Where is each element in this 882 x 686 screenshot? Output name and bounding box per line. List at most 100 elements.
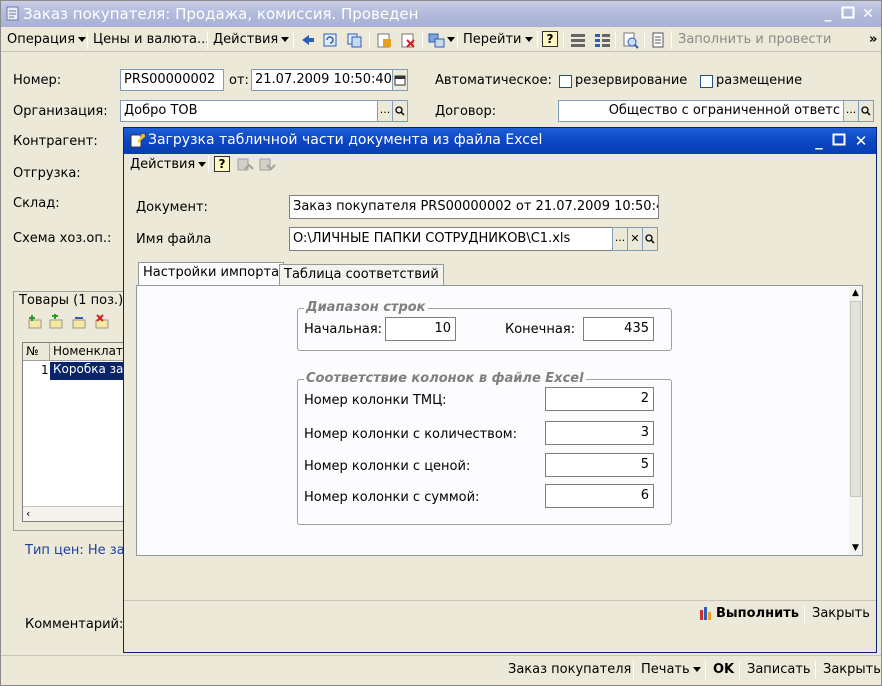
reserve-checkbox[interactable] <box>559 75 572 88</box>
dialog-close-icon[interactable]: ✕ <box>852 132 870 150</box>
dialog-close-button[interactable]: Закрыть <box>812 606 870 621</box>
unpost-document-icon[interactable] <box>399 31 417 49</box>
column-mapping-title: Соответствие колонок в файле Excel <box>304 371 586 386</box>
document-field[interactable]: Заказ покупателя PRS00000002 от 21.07.20… <box>289 195 659 219</box>
ok-button[interactable]: OK <box>713 662 734 677</box>
close-icon[interactable]: ✕ <box>859 5 877 23</box>
row-nomenclature: Коробка за <box>50 362 124 380</box>
automatic-label: Автоматическое: <box>435 73 552 88</box>
structure-dropdown[interactable] <box>444 31 455 49</box>
execute-button[interactable]: Выполнить <box>716 606 799 621</box>
shipment-label: Отгрузка: <box>13 166 81 181</box>
comment-label: Комментарий: <box>25 617 124 632</box>
main-toolbar: Операция Цены и валюта... Действия Перей… <box>1 28 881 52</box>
goods-table: № Номенклат 1 Коробка за ‹ <box>22 342 125 522</box>
file-name-label: Имя файла <box>136 232 212 247</box>
organization-select-button[interactable]: ... <box>377 100 393 122</box>
col-header-number[interactable]: № <box>26 344 38 358</box>
actions-menu[interactable]: Действия <box>213 31 290 49</box>
file-name-field[interactable]: O:\ЛИЧНЫЕ ПАПКИ СОТРУДНИКОВ\C1.xls <box>289 227 613 251</box>
end-row-label: Конечная: <box>505 322 576 337</box>
list-view-icon[interactable] <box>569 31 587 49</box>
post-document-icon[interactable] <box>375 31 393 49</box>
dialog-titlebar[interactable]: Загрузка табличной части документа из фа… <box>124 128 876 154</box>
start-row-label: Начальная: <box>304 322 383 337</box>
col-header-nomenclature[interactable]: Номенклат <box>53 344 123 358</box>
organization-search-icon[interactable] <box>392 100 408 122</box>
scroll-thumb[interactable] <box>850 301 861 497</box>
row-range-title: Диапазон строк <box>304 300 428 315</box>
dialog-bottom-bar: Выполнить Закрыть <box>124 600 876 652</box>
quantity-column-label: Номер колонки с количеством: <box>304 427 517 442</box>
end-row-input[interactable]: 435 <box>583 317 654 341</box>
save-button[interactable]: Записать <box>747 662 811 677</box>
copy-icon[interactable] <box>345 31 363 49</box>
goods-column-input[interactable]: 2 <box>545 387 654 411</box>
calendar-icon[interactable] <box>392 69 408 91</box>
table-row[interactable]: 1 Коробка за <box>23 362 124 380</box>
contract-select-button[interactable]: ... <box>843 100 859 122</box>
file-clear-icon[interactable]: ✕ <box>627 227 643 251</box>
help-icon[interactable]: ? <box>542 31 560 49</box>
price-column-input[interactable]: 5 <box>545 453 654 477</box>
main-bottom-bar: Заказ покупателя Печать OK Записать Закр… <box>1 655 881 685</box>
preview-icon[interactable] <box>621 31 639 49</box>
goods-column-label: Номер колонки ТМЦ: <box>304 393 447 408</box>
file-select-button[interactable]: ... <box>612 227 628 251</box>
tab-mapping-table[interactable]: Таблица соответствий <box>279 264 444 286</box>
add-row-icon[interactable] <box>27 314 43 334</box>
journal-icon[interactable] <box>649 31 667 49</box>
organization-field[interactable]: Добро ТОВ <box>120 100 378 122</box>
minimize-icon[interactable]: _ <box>819 5 837 23</box>
file-open-search-icon[interactable] <box>642 227 658 251</box>
scroll-up-icon[interactable]: ▲ <box>849 287 862 300</box>
copy-row-icon[interactable] <box>48 314 64 334</box>
move-left-icon[interactable] <box>299 31 317 49</box>
number-label: Номер: <box>13 73 62 88</box>
scroll-down-icon[interactable]: ▼ <box>849 542 862 555</box>
document-icon <box>6 6 20 21</box>
excel-import-icon <box>129 133 145 153</box>
row-number: 1 <box>41 363 49 377</box>
contract-search-icon[interactable] <box>858 100 874 122</box>
maximize-icon[interactable] <box>839 5 857 23</box>
delete-row-icon[interactable] <box>94 314 110 334</box>
save-settings-icon <box>258 156 276 174</box>
operation-menu[interactable]: Операция <box>7 31 87 49</box>
main-titlebar[interactable]: Заказ покупателя: Продажа, комиссия. Про… <box>1 1 881 27</box>
close-button[interactable]: Закрыть <box>823 662 881 677</box>
structure-icon[interactable] <box>427 31 445 49</box>
placement-label: размещение <box>716 73 803 88</box>
refresh-icon[interactable] <box>321 31 339 49</box>
prices-currency-button[interactable]: Цены и валюта... <box>93 31 209 49</box>
edit-row-icon[interactable] <box>71 314 87 334</box>
settings-list-icon[interactable] <box>593 31 611 49</box>
panel-vscroll[interactable]: ▲ ▼ <box>849 287 862 555</box>
document-label: Документ: <box>136 200 208 215</box>
dialog-help-icon[interactable]: ? <box>214 156 232 174</box>
goods-tab-title[interactable]: Товары (1 поз.) <box>19 293 123 308</box>
goto-menu[interactable]: Перейти <box>463 31 533 49</box>
quantity-column-input[interactable]: 3 <box>545 421 654 445</box>
contract-label: Договор: <box>435 104 497 119</box>
placement-checkbox[interactable] <box>700 75 713 88</box>
number-field[interactable]: PRS00000002 <box>120 69 224 91</box>
toolbar-overflow-button[interactable]: » <box>869 31 877 49</box>
dialog-maximize-icon[interactable] <box>830 132 848 150</box>
tab-import-settings[interactable]: Настройки импорта <box>138 262 285 286</box>
scheme-label: Схема хоз.оп.: <box>13 231 112 246</box>
dialog-minimize-icon[interactable]: _ <box>810 132 828 150</box>
fill-and-post-button: Заполнить и провести <box>678 32 832 47</box>
contract-field[interactable]: Общество с ограниченной ответс <box>558 100 844 122</box>
price-type-link[interactable]: Тип цен: Не зад <box>25 543 134 558</box>
dialog-title: Загрузка табличной части документа из фа… <box>148 132 543 148</box>
organization-label: Организация: <box>13 104 108 119</box>
start-row-input[interactable]: 10 <box>385 317 456 341</box>
date-field[interactable]: 21.07.2009 10:50:40 <box>251 69 393 91</box>
goods-hscroll[interactable]: ‹ <box>23 506 124 521</box>
dialog-actions-menu[interactable]: Действия <box>130 156 207 174</box>
order-print-button[interactable]: Заказ покупателя <box>508 662 631 677</box>
sum-column-input[interactable]: 6 <box>545 484 654 508</box>
print-menu[interactable]: Печать <box>641 662 701 677</box>
scroll-left-icon[interactable]: ‹ <box>26 507 30 520</box>
